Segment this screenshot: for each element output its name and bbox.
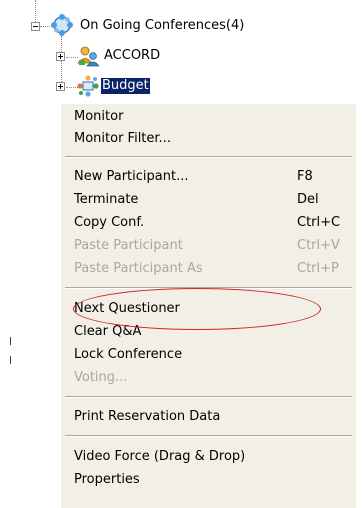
menu-item-label: Monitor — [74, 109, 124, 124]
stray-mark — [10, 337, 11, 345]
context-menu: Monitor Monitor Filter... New Participan… — [61, 104, 356, 508]
tree-line — [61, 36, 62, 88]
menu-item-label: Paste Participant — [74, 238, 183, 253]
menu-separator — [65, 435, 352, 437]
conference-icon[interactable] — [76, 74, 100, 101]
menu-item-monitor[interactable]: Monitor — [74, 106, 344, 127]
stray-mark — [10, 356, 11, 364]
conferences-icon[interactable] — [50, 13, 74, 40]
menu-item-clear-qa[interactable]: Clear Q&A — [74, 321, 344, 342]
menu-item-shortcut: Ctrl+V — [297, 238, 340, 253]
tree-item-label[interactable]: ACCORD — [104, 48, 160, 64]
menu-item-shortcut: Ctrl+C — [297, 215, 341, 230]
conference-tree: On Going Conferences(4) ACCORD Budget — [0, 0, 364, 110]
tree-item-label-selected[interactable]: Budget — [101, 78, 150, 94]
menu-item-label: Paste Participant As — [74, 261, 203, 276]
expand-toggle-accord[interactable] — [56, 52, 65, 61]
menu-item-lock-conference[interactable]: Lock Conference — [74, 344, 344, 365]
menu-item-label: Clear Q&A — [74, 324, 142, 339]
menu-item-label: Print Reservation Data — [74, 409, 221, 424]
menu-separator — [65, 156, 352, 158]
menu-item-shortcut: Ctrl+P — [297, 261, 339, 276]
menu-item-label: Video Force (Drag & Drop) — [74, 449, 246, 464]
menu-item-label: Terminate — [74, 192, 139, 207]
menu-item-print-reservation-data[interactable]: Print Reservation Data — [74, 406, 344, 427]
menu-item-shortcut: Del — [297, 192, 319, 207]
menu-item-label: Monitor Filter... — [74, 131, 171, 146]
menu-item-label: Properties — [74, 472, 140, 487]
menu-item-new-participant[interactable]: New Participant... F8 — [74, 166, 344, 187]
menu-item-copy-conf[interactable]: Copy Conf. Ctrl+C — [74, 212, 344, 233]
collapse-toggle[interactable] — [31, 22, 40, 31]
menu-item-label: Lock Conference — [74, 347, 183, 362]
menu-item-paste-participant[interactable]: Paste Participant Ctrl+V — [74, 235, 344, 256]
menu-item-paste-participant-as[interactable]: Paste Participant As Ctrl+P — [74, 258, 344, 279]
menu-item-terminate[interactable]: Terminate Del — [74, 189, 344, 210]
menu-item-shortcut: F8 — [297, 169, 313, 184]
plus-glyph-v — [60, 54, 61, 59]
minus-glyph — [33, 26, 38, 27]
menu-item-voting[interactable]: Voting... — [74, 367, 344, 388]
menu-item-video-force[interactable]: Video Force (Drag & Drop) — [74, 446, 344, 467]
expand-toggle-budget[interactable] — [56, 82, 65, 91]
menu-item-monitor-filter[interactable]: Monitor Filter... — [74, 128, 344, 149]
plus-glyph-v — [60, 84, 61, 89]
menu-item-properties[interactable]: Properties — [74, 469, 344, 490]
tree-root-label[interactable]: On Going Conferences(4) — [80, 18, 244, 34]
menu-item-label: Voting... — [74, 370, 128, 385]
participants-icon[interactable] — [77, 45, 100, 70]
menu-item-label: Next Questioner — [74, 301, 180, 316]
menu-item-label: Copy Conf. — [74, 215, 145, 230]
menu-separator — [65, 396, 352, 398]
menu-item-next-questioner[interactable]: Next Questioner — [74, 298, 344, 319]
menu-item-label: New Participant... — [74, 169, 189, 184]
menu-separator — [65, 287, 352, 289]
